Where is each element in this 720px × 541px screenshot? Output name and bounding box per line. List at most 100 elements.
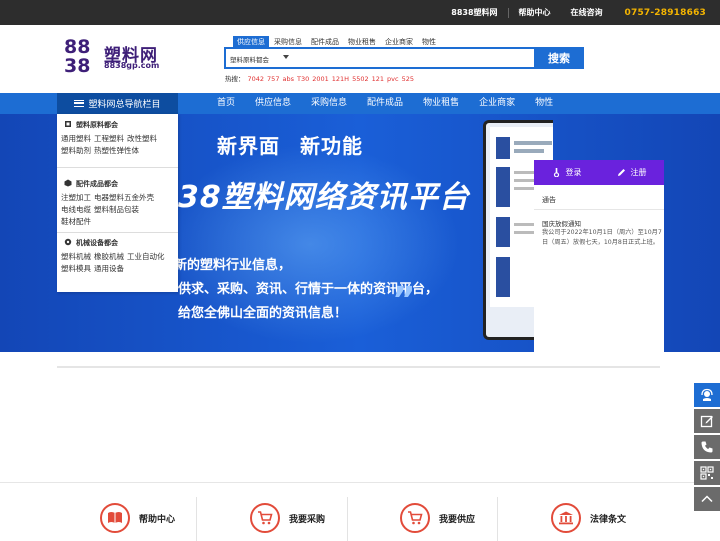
logo-url: 8838gp.com [104,61,160,70]
footer-supply[interactable]: 我要供应 [400,501,475,535]
online-consult-link[interactable]: 在线咨询 [561,7,613,18]
floating-toolbar [694,383,720,513]
login-button[interactable]: 登录 [534,160,599,185]
account-tabs: 登录 注册 [534,160,664,185]
phone-icon [701,441,713,453]
all-categories-label: 塑料网总导航栏目 [88,100,161,110]
edit-icon [700,415,713,428]
headset-icon [701,388,713,401]
register-button[interactable]: 注册 [599,160,664,185]
category-link[interactable]: 热塑性弹性体 [94,146,139,155]
category-heading[interactable]: 配件成品都会 [64,179,179,189]
category-title: 塑料原料都会 [76,121,118,129]
help-center-link[interactable]: 帮助中心 [509,7,561,18]
screen-block [496,257,510,297]
category-link[interactable]: 改性塑料 [127,134,157,143]
category-panel: 塑料原料都会 通用塑料 工程塑料 改性塑料 塑料助剂 热塑性弹性体 配件成品都会 注塑… [57,114,178,292]
hot-keyword[interactable]: 121H [332,75,349,83]
category-link[interactable]: 鞋材配件 [61,217,91,226]
site-home-link[interactable]: 8838塑料网 [441,7,507,18]
hot-searches: 热搜： 7042 757 abs T30 2001 121H 5502 121 pvc 525 [225,73,414,83]
cart-icon [400,503,430,533]
screen-block [496,137,510,159]
hot-keyword[interactable]: 525 [402,75,414,83]
hot-keyword[interactable]: 757 [267,75,279,83]
category-group: 塑料原料都会 通用塑料 工程塑料 改性塑料 塑料助剂 热塑性弹性体 [61,120,179,157]
login-label: 登录 [565,168,582,177]
banner-title-right: 新功能 [300,134,363,158]
divider [497,497,498,541]
hot-keyword[interactable]: abs [282,75,294,83]
customer-service-button[interactable] [694,383,720,407]
nav-properties[interactable]: 物性 [525,93,563,114]
category-select[interactable]: 塑料原料都会 [230,54,269,64]
key-icon [553,168,559,177]
notice-title-link[interactable]: 国庆放假通知 [542,218,581,228]
category-link[interactable]: 电器塑料五金外壳 [94,193,154,202]
hot-keyword[interactable]: T30 [297,75,309,83]
logo-8838-icon: 88 38 [64,36,90,74]
category-link[interactable]: 塑料助剂 [61,146,91,155]
nav-home[interactable]: 首页 [207,93,245,114]
cart-icon [250,503,280,533]
menu-icon [74,100,85,107]
svg-text:38: 38 [64,55,90,74]
hot-keyword[interactable]: 7042 [248,75,265,83]
caret-down-icon[interactable] [283,54,289,60]
category-heading[interactable]: 塑料原料都会 [65,120,179,130]
footer-label: 我要采购 [289,514,326,525]
phone-button[interactable] [694,435,720,459]
register-label: 注册 [630,168,647,177]
account-panel: 登录 注册 通告 国庆放假通知 我公司于2022年10月1日（周六）至10月7日… [534,160,664,352]
hot-keyword[interactable]: 121 [372,75,384,83]
banner-line: 新的塑料行业信息， [174,258,292,273]
category-group: 配件成品都会 注塑加工 电器塑料五金外壳 电线电缆 塑料制品包装 鞋材配件 [61,179,179,228]
nav-purchase[interactable]: 采购信息 [301,93,357,114]
footer-services: 帮助中心 我要采购 我要供应 法律条文 [0,482,720,541]
category-row: 塑料助剂 热塑性弹性体 [61,145,179,157]
footer-label: 我要供应 [439,514,476,525]
nav-property[interactable]: 物业租售 [413,93,469,114]
hot-keyword[interactable]: 2001 [312,75,329,83]
main-nav: 塑料网总导航栏目 首页 供应信息 采购信息 配件成品 物业租售 企业商家 物性 [0,93,720,114]
back-to-top-button[interactable] [694,487,720,511]
category-link[interactable]: 工程塑料 [94,134,124,143]
hot-keyword[interactable]: pvc [387,75,399,83]
category-link[interactable]: 电线电缆 [61,205,91,214]
category-title: 机械设备都会 [76,239,118,247]
category-link[interactable]: 橡胶机械 [94,252,124,261]
section-divider [57,366,660,368]
hotline-phone: 0757-28918663 [624,7,706,18]
category-link[interactable]: 塑料机械 [61,252,91,261]
qr-code-button[interactable] [694,461,720,485]
site-logo[interactable]: 88 38 塑料网 8838gp.com [64,36,164,74]
nav-supply[interactable]: 供应信息 [245,93,301,114]
nav-merchants[interactable]: 企业商家 [469,93,525,114]
divider [347,497,348,541]
footer-law[interactable]: 法律条文 [551,501,626,535]
nav-parts[interactable]: 配件成品 [357,93,413,114]
qr-code-icon [700,466,714,480]
footer-help-center[interactable]: 帮助中心 [100,501,175,535]
category-link[interactable]: 塑料模具 [61,264,91,273]
footer-label: 帮助中心 [139,514,176,525]
footer-purchase[interactable]: 我要采购 [250,501,325,535]
hot-keyword[interactable]: 5502 [352,75,369,83]
category-link[interactable]: 注塑加工 [61,193,91,202]
hot-label: 热搜： [225,75,245,83]
category-link[interactable]: 通用设备 [94,264,124,273]
notice-text: 我公司于2022年10月1日（周六）至10月7日（周五）放假七天，10月8日正式… [542,229,662,246]
category-link[interactable]: 通用塑料 [61,134,91,143]
screen-block [514,149,544,153]
screen-block [514,141,552,145]
nav-items: 首页 供应信息 采购信息 配件成品 物业租售 企业商家 物性 [207,93,563,114]
all-categories-button[interactable]: 塑料网总导航栏目 [57,93,178,114]
category-link[interactable]: 塑料制品包装 [94,205,139,214]
category-heading[interactable]: 机械设备都会 [64,238,179,248]
screen-block [496,217,510,247]
category-link[interactable]: 工业自动化 [127,252,165,261]
feedback-button[interactable] [694,409,720,433]
search-button[interactable]: 搜索 [534,47,584,69]
pencil-icon [617,169,625,176]
raw-material-icon [65,121,71,127]
